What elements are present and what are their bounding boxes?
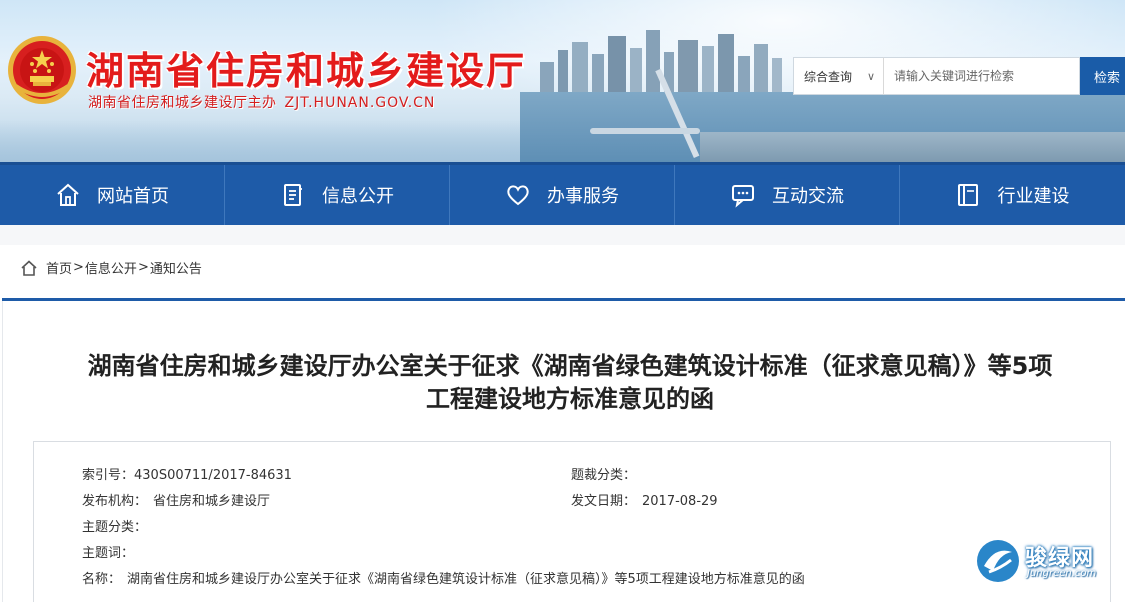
meta-date-label: 发文日期： — [571, 494, 637, 509]
breadcrumb-link-info[interactable]: 信息公开 — [85, 258, 137, 277]
meta-index-value: 430S00711/2017-84631 — [134, 468, 292, 483]
chat-icon — [732, 185, 754, 208]
search-input[interactable] — [883, 57, 1080, 95]
site-subtitle: 湖南省住房和城乡建设厅主办 ZJT.HUNAN.GOV.CN — [88, 92, 435, 112]
main-nav: 网站首页 信息公开 办事服务 互动交流 行业建设 — [0, 162, 1125, 225]
nav-item-industry[interactable]: 行业建设 — [900, 165, 1125, 225]
skyline-building — [754, 44, 768, 92]
article-title: 湖南省住房和城乡建设厅办公室关于征求《湖南省绿色建筑设计标准（征求意见稿）》等5… — [20, 350, 1120, 416]
search-scope-label: 综合查询 — [804, 69, 853, 84]
chevron-down-icon: ∨ — [866, 69, 875, 83]
meta-publisher-value: 省住房和城乡建设厅 — [153, 494, 271, 509]
site-url: ZJT.HUNAN.GOV.CN — [284, 95, 436, 111]
nav-item-label: 互动交流 — [772, 186, 844, 207]
meta-topic: 主题分类： — [82, 516, 147, 535]
breadcrumb-separator: > — [137, 260, 149, 275]
meta-date: 发文日期： 2017-08-29 — [571, 490, 718, 509]
article-title-line2: 工程建设地方标准意见的函 — [426, 385, 714, 413]
breadcrumb-separator: > — [73, 260, 84, 275]
search-scope-select[interactable]: 综合查询 ∨ — [793, 57, 883, 95]
meta-date-value: 2017-08-29 — [642, 494, 718, 509]
nav-item-label: 行业建设 — [997, 186, 1070, 207]
watermark-url: Jungreen.com — [1027, 568, 1097, 579]
search-bar: 综合查询 ∨ 检索 — [793, 57, 1125, 95]
banner-bridge-arc — [590, 128, 700, 134]
site-title: 湖南省住房和城乡建设厅 — [86, 49, 527, 93]
skyline-building — [738, 56, 750, 92]
meta-name: 名称： 湖南省住房和城乡建设厅办公室关于征求《湖南省绿色建筑设计标准（征求意见稿）… — [82, 568, 805, 587]
home-icon — [57, 183, 79, 206]
skyline-building — [772, 58, 782, 92]
document-icon — [284, 184, 302, 206]
breadcrumb-link-notices[interactable]: 通知公告 — [150, 258, 202, 277]
search-button[interactable]: 检索 — [1080, 57, 1125, 95]
breadcrumb: 首页 > 信息公开 > 通知公告 — [20, 258, 202, 277]
skyline-building — [592, 54, 604, 92]
meta-keywords-label: 主题词： — [82, 546, 135, 561]
skyline-building — [572, 42, 588, 92]
skyline-building — [630, 48, 642, 92]
banner-shore — [700, 132, 1125, 162]
nav-item-home[interactable]: 网站首页 — [0, 165, 225, 225]
book-icon — [958, 184, 979, 206]
nav-item-label: 信息公开 — [322, 186, 394, 207]
skyline-building — [702, 46, 714, 92]
skyline-building — [678, 40, 698, 92]
skyline-building — [558, 50, 568, 92]
site-subtitle-text: 湖南省住房和城乡建设厅主办 — [88, 95, 277, 111]
national-emblem-icon — [8, 36, 76, 104]
nav-item-label: 办事服务 — [547, 186, 619, 207]
nav-item-info-disclosure[interactable]: 信息公开 — [225, 165, 450, 225]
home-icon — [21, 259, 37, 276]
meta-publisher-label: 发布机构： — [82, 494, 148, 509]
skyline-building — [540, 62, 554, 92]
watermark: 骏绿网 Jungreen.com — [975, 538, 1115, 586]
skyline-building — [646, 30, 660, 92]
skyline-building — [718, 34, 734, 92]
banner-river-left — [0, 120, 520, 162]
nav-shadow-band — [0, 225, 1125, 245]
heart-icon — [507, 185, 529, 206]
article-title-line1: 湖南省住房和城乡建设厅办公室关于征求《湖南省绿色建筑设计标准（征求意见稿）》等5… — [87, 352, 1053, 380]
meta-topic-label: 主题分类： — [82, 520, 148, 535]
meta-keywords: 主题词： — [82, 542, 134, 561]
skyline-building — [608, 36, 626, 92]
meta-publisher: 发布机构： 省住房和城乡建设厅 — [82, 490, 270, 509]
meta-name-value: 湖南省住房和城乡建设厅办公室关于征求《湖南省绿色建筑设计标准（征求意见稿）》等5… — [127, 572, 805, 587]
breadcrumb-link-home[interactable]: 首页 — [46, 258, 72, 277]
nav-item-services[interactable]: 办事服务 — [450, 165, 675, 225]
meta-category-label: 题裁分类： — [571, 468, 637, 483]
watermark-logo-icon — [977, 540, 1019, 582]
meta-name-label: 名称： — [82, 572, 122, 587]
meta-index-label: 索引号： — [82, 468, 135, 483]
meta-category: 题裁分类： — [571, 464, 636, 483]
nav-item-interaction[interactable]: 互动交流 — [675, 165, 900, 225]
document-meta-table: 索引号：430S00711/2017-84631 题裁分类： 发布机构： 省住房和… — [33, 441, 1111, 602]
nav-item-label: 网站首页 — [97, 186, 169, 207]
meta-index: 索引号：430S00711/2017-84631 — [82, 464, 292, 483]
